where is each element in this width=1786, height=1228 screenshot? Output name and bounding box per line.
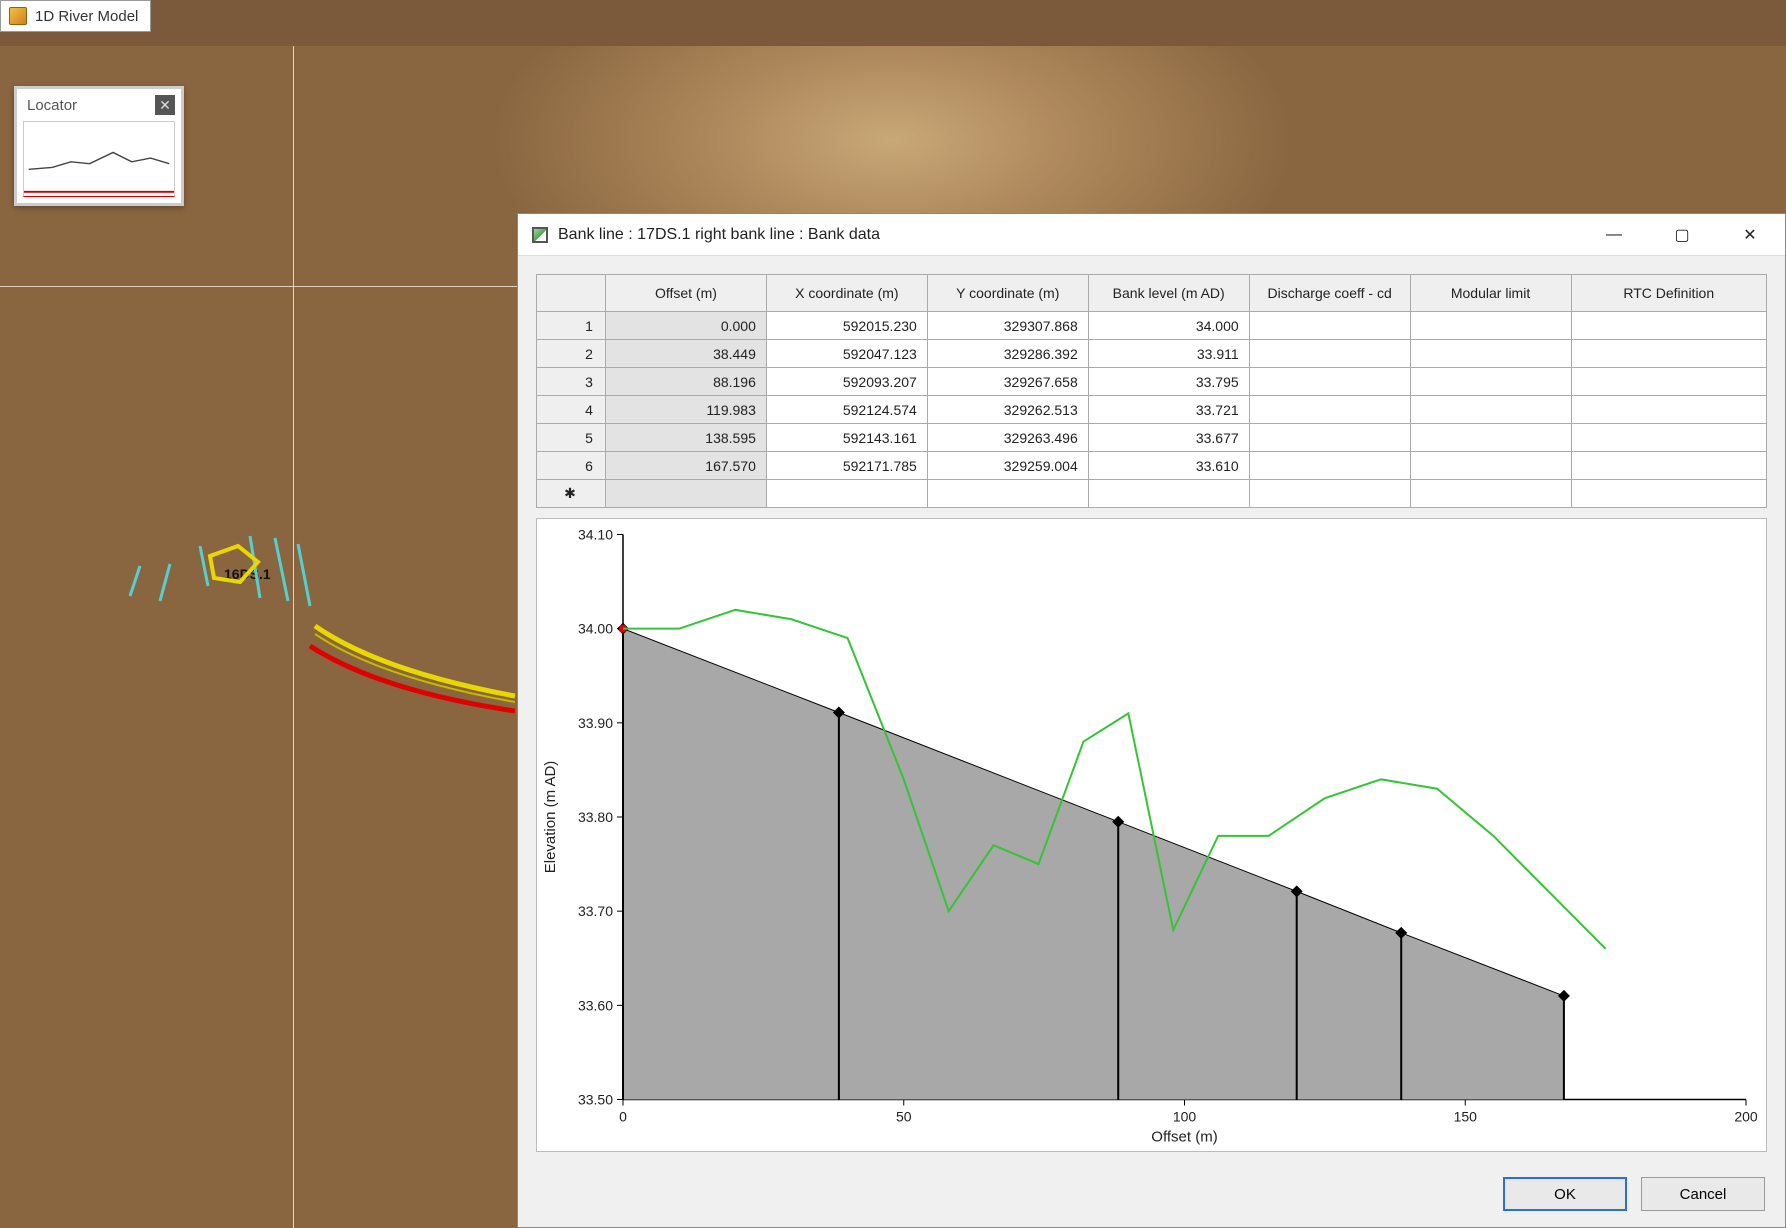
ok-button[interactable]: OK: [1503, 1177, 1627, 1211]
close-button[interactable]: ✕: [1721, 214, 1779, 255]
svg-text:34.10: 34.10: [578, 527, 613, 543]
table-row[interactable]: 388.196592093.207329267.65833.795: [537, 368, 1767, 396]
locator-thumbnail[interactable]: [23, 121, 175, 197]
svg-text:Elevation (m AD): Elevation (m AD): [542, 761, 559, 874]
app-title: 1D River Model: [35, 8, 138, 25]
svg-text:33.90: 33.90: [578, 715, 613, 731]
table-row[interactable]: 10.000592015.230329307.86834.000: [537, 312, 1767, 340]
elevation-chart[interactable]: 0 50 100 150 200 33.50 33.60 33.70 33.80 33.90 34.…: [536, 518, 1767, 1152]
col-offset[interactable]: Offset (m): [605, 275, 766, 312]
locator-close-button[interactable]: ✕: [155, 95, 175, 115]
col-ml[interactable]: Modular limit: [1410, 275, 1571, 312]
svg-text:33.80: 33.80: [578, 809, 613, 825]
table-row[interactable]: 238.449592047.123329286.39233.911: [537, 340, 1767, 368]
col-dc[interactable]: Discharge coeff - cd: [1249, 275, 1410, 312]
map-node-label: 16DS.1: [224, 566, 271, 582]
locator-panel: Locator ✕: [14, 86, 184, 206]
table-row[interactable]: 6167.570592171.785329259.00433.610: [537, 452, 1767, 480]
svg-text:100: 100: [1173, 1109, 1197, 1125]
svg-text:150: 150: [1454, 1109, 1478, 1125]
bank-data-table[interactable]: Offset (m) X coordinate (m) Y coordinate…: [536, 274, 1767, 508]
svg-text:34.00: 34.00: [578, 621, 613, 637]
col-rtc[interactable]: RTC Definition: [1571, 275, 1767, 312]
svg-text:0: 0: [619, 1109, 627, 1125]
svg-text:33.60: 33.60: [578, 997, 613, 1013]
svg-text:33.50: 33.50: [578, 1092, 613, 1108]
table-new-row[interactable]: ✱: [537, 480, 1767, 508]
bank-data-dialog: Bank line : 17DS.1 right bank line : Ban…: [517, 213, 1786, 1228]
cancel-button[interactable]: Cancel: [1641, 1177, 1765, 1211]
table-row[interactable]: 5138.595592143.161329263.49633.677: [537, 424, 1767, 452]
col-x[interactable]: X coordinate (m): [766, 275, 927, 312]
col-y[interactable]: Y coordinate (m): [927, 275, 1088, 312]
svg-text:200: 200: [1734, 1109, 1758, 1125]
river-geometry: [120, 526, 520, 726]
svg-text:Offset (m): Offset (m): [1151, 1129, 1217, 1146]
app-icon: [9, 7, 27, 25]
svg-text:50: 50: [896, 1109, 912, 1125]
app-titlebar: 1D River Model: [0, 0, 151, 32]
table-row[interactable]: 4119.983592124.574329262.51333.721: [537, 396, 1767, 424]
dialog-icon: [532, 227, 548, 243]
col-level[interactable]: Bank level (m AD): [1088, 275, 1249, 312]
minimize-button[interactable]: —: [1585, 214, 1643, 255]
svg-text:33.70: 33.70: [578, 903, 613, 919]
maximize-button[interactable]: ▢: [1653, 214, 1711, 255]
table-header-row: Offset (m) X coordinate (m) Y coordinate…: [537, 275, 1767, 312]
locator-title: Locator: [27, 97, 77, 114]
dialog-title: Bank line : 17DS.1 right bank line : Ban…: [558, 226, 1575, 244]
map-crosshair-vertical: [293, 46, 294, 1228]
dialog-titlebar[interactable]: Bank line : 17DS.1 right bank line : Ban…: [518, 214, 1785, 256]
